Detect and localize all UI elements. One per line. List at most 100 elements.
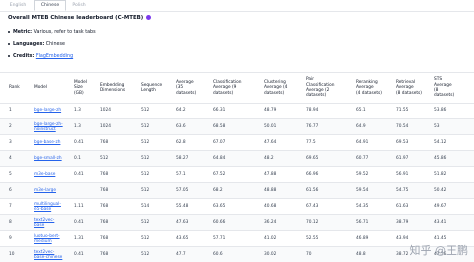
header-size[interactable]: Model Size (GB) [74, 80, 87, 96]
table-row: 7 multilingual- e5-base 1.11 768 514 55.48 63.… [0, 199, 474, 215]
cell-rank: 5 [9, 172, 12, 177]
metric-line: Metric: Various, refer to task tabs [8, 30, 96, 35]
cell-avg: 57.05 [176, 188, 189, 193]
header-clustering[interactable]: Clustering Average (4 datasets) [264, 80, 287, 96]
china-flag-icon [146, 15, 152, 20]
tab-chinese[interactable]: Chinese [34, 0, 66, 11]
credits-link[interactable]: FlagEmbedding [36, 54, 73, 59]
cell-size: 1.3 [74, 108, 81, 113]
metric-label: Metric: [13, 30, 33, 35]
cell-avg: 47.63 [176, 220, 189, 225]
header-pair[interactable]: Pair Classification Average (2 datasets) [306, 77, 334, 99]
cell-avg: 47.7 [176, 252, 186, 257]
cell-dims: 768 [100, 140, 109, 145]
cell-sts: 53 [434, 124, 440, 129]
cell-size: 0.1 [74, 156, 81, 161]
cell-size: 1.3 [74, 124, 81, 129]
cell-avg: 62.8 [176, 140, 186, 145]
cell-pair: 66.96 [306, 172, 319, 177]
header-avg[interactable]: Average (35 datasets) [176, 80, 196, 96]
tab-polish[interactable]: Polish [66, 1, 92, 10]
table-row: 3 bge-base-zh 0.41 768 512 62.8 67.07 47.64 77.5… [0, 135, 474, 151]
model-link[interactable]: multilingual- e5-base [34, 202, 61, 212]
cell-rank: 3 [9, 140, 12, 145]
cell-pair: 52.55 [306, 236, 319, 241]
credits-line: Credits: FlagEmbedding [8, 54, 73, 59]
cell-pair: 70 [306, 252, 312, 257]
table-row: 9 luotuo-bert- medium 1.31 768 512 43.65 57.71… [0, 231, 474, 247]
model-link[interactable]: m3e-base [34, 172, 55, 177]
cell-rank: 7 [9, 204, 12, 209]
cell-size: 1.11 [74, 204, 84, 209]
cell-dims: 768 [100, 220, 109, 225]
cell-pair: 67.43 [306, 204, 319, 209]
cell-reranking: 46.89 [356, 236, 369, 241]
cell-avg: 43.65 [176, 236, 189, 241]
header-reranking[interactable]: Reranking Average (4 datasets) [356, 80, 382, 96]
header-model[interactable]: Model [34, 85, 47, 90]
cell-dims: 1024 [100, 124, 111, 129]
model-link[interactable]: text2vec- base [34, 218, 54, 228]
header-sts[interactable]: STS Average (8 datasets) [434, 77, 454, 99]
cell-clustering: 30.02 [264, 252, 277, 257]
cell-retrieval: 38.79 [396, 220, 409, 225]
cell-clustering: 41.02 [264, 236, 277, 241]
cell-classification: 66.31 [213, 108, 226, 113]
cell-sts: 50.42 [434, 188, 447, 193]
cell-reranking: 56.71 [356, 220, 369, 225]
model-link[interactable]: bge-large-zh- noinstruct [34, 122, 63, 132]
cell-rank: 4 [9, 156, 12, 161]
cell-sts: 49.67 [434, 204, 447, 209]
cell-reranking: 64.9 [356, 124, 366, 129]
model-link[interactable]: text2vec- base-chinese [34, 250, 62, 260]
model-link[interactable]: luotuo-bert- medium [34, 234, 60, 244]
cell-clustering: 48.2 [264, 156, 274, 161]
model-link[interactable]: m3e-large [34, 188, 56, 193]
model-link[interactable]: bge-small-zh [34, 156, 62, 161]
cell-rank: 8 [9, 220, 12, 225]
cell-retrieval: 43.94 [396, 236, 409, 241]
cell-classification: 67.52 [213, 172, 226, 177]
model-link[interactable]: bge-base-zh [34, 140, 60, 145]
cell-reranking: 59.54 [356, 188, 369, 193]
cell-seqlen: 512 [141, 108, 150, 113]
cell-reranking: 54.35 [356, 204, 369, 209]
cell-seqlen: 512 [141, 156, 150, 161]
cell-classification: 57.71 [213, 236, 226, 241]
cell-avg: 64.2 [176, 108, 186, 113]
cell-retrieval: 54.75 [396, 188, 409, 193]
cell-rank: 2 [9, 124, 12, 129]
cell-seqlen: 512 [141, 124, 150, 129]
cell-classification: 68.2 [213, 188, 223, 193]
bullet-icon [8, 30, 10, 33]
cell-seqlen: 512 [141, 172, 150, 177]
cell-clustering: 50.01 [264, 124, 277, 129]
cell-clustering: 36.24 [264, 220, 277, 225]
cell-pair: 78.94 [306, 108, 319, 113]
cell-clustering: 47.88 [264, 172, 277, 177]
cell-size: 0.41 [74, 172, 84, 177]
cell-retrieval: 56.91 [396, 172, 409, 177]
cell-sts: 43.41 [434, 220, 447, 225]
cell-classification: 60.66 [213, 220, 226, 225]
cell-reranking: 60.77 [356, 156, 369, 161]
cell-clustering: 40.68 [264, 204, 277, 209]
model-link[interactable]: bge-large-zh [34, 108, 61, 113]
header-dims[interactable]: Embedding Dimensions [100, 83, 125, 94]
cell-retrieval: 38.72 [396, 252, 409, 257]
header-classification[interactable]: Classification Average (9 datasets) [213, 80, 241, 96]
credits-label: Credits: [13, 54, 35, 59]
cell-pair: 77.5 [306, 140, 316, 145]
cell-classification: 67.07 [213, 140, 226, 145]
cell-avg: 58.27 [176, 156, 189, 161]
tab-english[interactable]: English [4, 1, 32, 10]
cell-seqlen: 512 [141, 220, 150, 225]
bullet-icon [8, 42, 10, 45]
header-retrieval[interactable]: Retrieval Average (8 datasets) [396, 80, 422, 96]
cell-dims: 1024 [100, 108, 111, 113]
cell-dims: 768 [100, 236, 109, 241]
header-seqlen[interactable]: Sequence Length [141, 83, 162, 94]
table-row: 1 bge-large-zh 1.3 1024 512 64.2 66.31 48.79 78.… [0, 103, 474, 119]
cell-size: 1.31 [74, 236, 84, 241]
header-rank[interactable]: Rank [9, 85, 20, 90]
